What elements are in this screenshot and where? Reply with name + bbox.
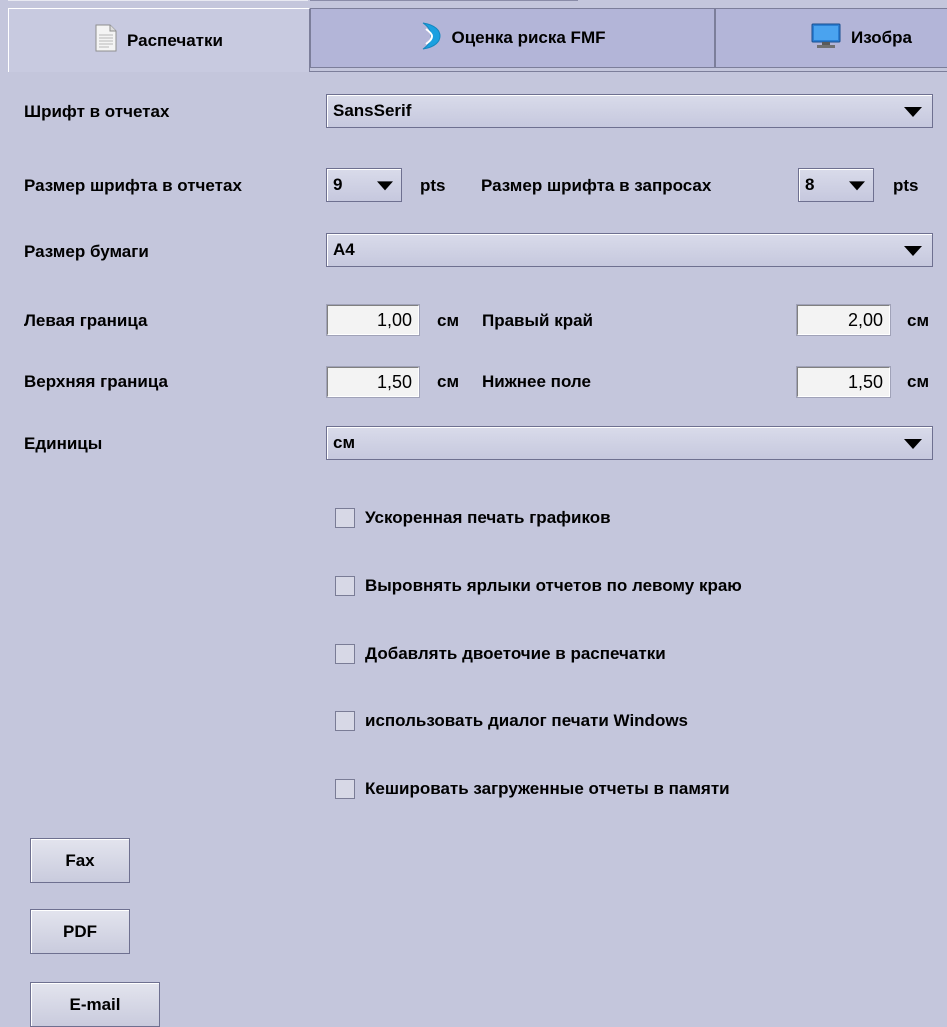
top-margin-input[interactable]: 1,50 xyxy=(326,366,420,398)
paper-size-select[interactable]: A4 xyxy=(326,233,933,267)
monitor-icon xyxy=(811,23,841,54)
checkbox-label: Выровнять ярлыки отчетов по левому краю xyxy=(365,576,742,595)
align-labels-left-checkbox[interactable] xyxy=(335,576,355,596)
right-margin-unit: см xyxy=(907,311,930,330)
checkbox-label: Кешировать загруженные отчеты в памяти xyxy=(365,779,730,798)
risk-gauge-icon xyxy=(420,21,442,56)
units-select[interactable]: см xyxy=(326,426,933,460)
chevron-down-icon xyxy=(904,107,922,117)
tab-fmf-risk-label: Оценка риска FMF xyxy=(451,28,606,47)
add-colon-checkbox[interactable] xyxy=(335,644,355,664)
tab-fmf-risk[interactable]: Оценка риска FMF xyxy=(310,8,715,68)
left-margin-input[interactable]: 1,00 xyxy=(326,304,420,336)
email-button[interactable]: E-mail xyxy=(30,982,160,1027)
units-select-value: см xyxy=(333,433,356,452)
font-select[interactable]: SansSerif xyxy=(326,94,933,128)
tab-divider xyxy=(310,71,947,72)
query-font-size-label: Размер шрифта в запросах xyxy=(481,176,712,195)
left-margin-label: Левая граница xyxy=(24,311,148,330)
tab-images-label: Изобра xyxy=(851,28,912,47)
checkbox-label: использовать диалог печати Windows xyxy=(365,711,689,730)
font-select-value: SansSerif xyxy=(333,101,412,120)
query-font-size-select[interactable]: 8 xyxy=(798,168,874,202)
windows-print-dialog-option[interactable]: использовать диалог печати Windows xyxy=(335,711,688,731)
document-icon xyxy=(95,24,117,57)
chevron-down-icon xyxy=(849,181,865,191)
top-margin-unit: см xyxy=(437,372,460,391)
checkbox-label: Ускоренная печать графиков xyxy=(365,508,611,527)
cache-reports-option[interactable]: Кешировать загруженные отчеты в памяти xyxy=(335,779,730,799)
paper-size-label: Размер бумаги xyxy=(24,242,149,261)
chevron-down-icon xyxy=(904,246,922,256)
top-margin-label: Верхняя граница xyxy=(24,372,168,391)
left-margin-unit: см xyxy=(437,311,460,330)
add-colon-option[interactable]: Добавлять двоеточие в распечатки xyxy=(335,644,666,664)
report-font-size-value: 9 xyxy=(333,175,343,194)
cache-reports-checkbox[interactable] xyxy=(335,779,355,799)
windows-print-dialog-checkbox[interactable] xyxy=(335,711,355,731)
fast-chart-print-checkbox[interactable] xyxy=(335,508,355,528)
tab-printouts[interactable]: Распечатки xyxy=(8,8,310,72)
query-font-size-value: 8 xyxy=(805,175,815,194)
bottom-margin-input[interactable]: 1,50 xyxy=(796,366,891,398)
tab-images[interactable]: Изобра xyxy=(715,8,947,68)
chevron-down-icon xyxy=(377,181,393,191)
checkbox-label: Добавлять двоеточие в распечатки xyxy=(365,644,666,663)
pts-unit-label: pts xyxy=(893,176,919,195)
fax-button[interactable]: Fax xyxy=(30,838,130,883)
align-labels-left-option[interactable]: Выровнять ярлыки отчетов по левому краю xyxy=(335,576,742,596)
units-label: Единицы xyxy=(24,434,103,453)
bottom-margin-unit: см xyxy=(907,372,930,391)
tab-printouts-label: Распечатки xyxy=(127,30,223,50)
font-label: Шрифт в отчетах xyxy=(24,102,170,121)
bottom-margin-label: Нижнее поле xyxy=(482,372,591,391)
pts-unit-label: pts xyxy=(420,176,446,195)
tab-strip: Распечатки Оценка риска FMF Изобра xyxy=(0,8,947,72)
report-font-size-select[interactable]: 9 xyxy=(326,168,402,202)
fast-chart-print-option[interactable]: Ускоренная печать графиков xyxy=(335,508,611,528)
chevron-down-icon xyxy=(904,439,922,449)
paper-size-value: A4 xyxy=(333,240,355,259)
tab-bar-top-edge xyxy=(0,0,947,8)
pdf-button[interactable]: PDF xyxy=(30,909,130,954)
report-font-size-label: Размер шрифта в отчетах xyxy=(24,176,242,195)
right-margin-label: Правый край xyxy=(482,311,593,330)
right-margin-input[interactable]: 2,00 xyxy=(796,304,891,336)
